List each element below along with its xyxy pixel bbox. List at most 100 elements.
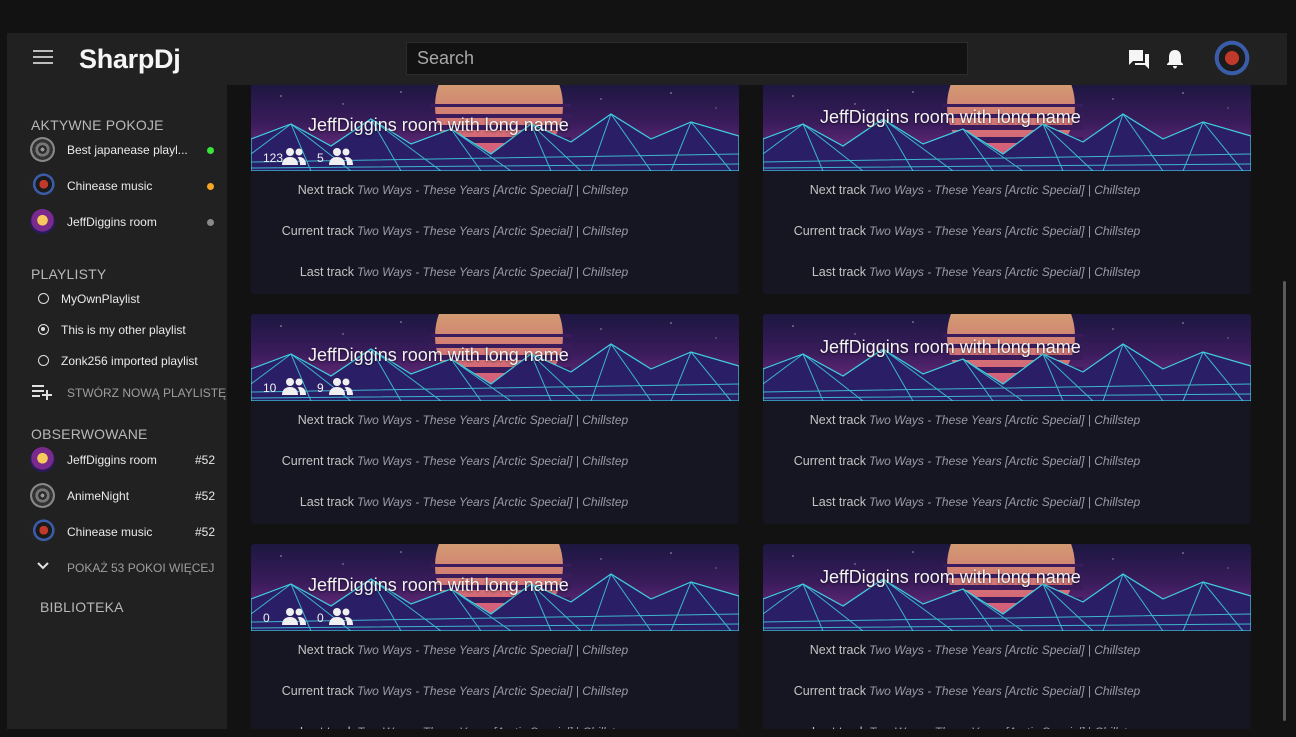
- track-label: Current track: [281, 684, 354, 698]
- sidebar-observed-room[interactable]: Chinease music #52: [7, 517, 227, 547]
- chat-bubbles-icon[interactable]: [1128, 49, 1150, 69]
- room-avatar: [30, 209, 55, 234]
- playlist-radio[interactable]: [38, 355, 49, 366]
- room-name: AnimeNight: [67, 489, 130, 503]
- track-row-current: Current track Two Ways - These Years [Arc…: [763, 454, 1251, 474]
- room-title: JeffDiggins room with long name: [820, 107, 1081, 127]
- playlist-name: MyOwnPlaylist: [61, 292, 140, 306]
- playlist-radio[interactable]: [38, 293, 49, 304]
- followers-count: 0: [317, 611, 324, 625]
- playlist-radio[interactable]: [38, 324, 49, 335]
- room-card[interactable]: JeffDiggins room with long name Next trac…: [763, 544, 1251, 729]
- track-title: Two Ways - These Years [Arctic Special] …: [869, 454, 1141, 468]
- create-playlist-label: STWÓRZ NOWĄ PLAYLISTĘ: [67, 386, 227, 400]
- track-title: Two Ways - These Years [Arctic Special] …: [869, 224, 1141, 238]
- listeners-count: 10: [263, 381, 277, 395]
- sidebar-active-room[interactable]: Best japanease playl...: [7, 135, 227, 165]
- room-avatar: [30, 519, 55, 544]
- track-row-next: Next track Two Ways - These Years [Arctic…: [251, 413, 739, 433]
- bell-icon[interactable]: [1166, 49, 1184, 69]
- rooms-grid: JeffDiggins room with long name 123 5 Next …: [227, 85, 1287, 729]
- track-title: Two Ways - These Years [Arctic Special] …: [869, 684, 1141, 698]
- track-row-last: Last trackTwo Ways - These Years [Arctic…: [763, 265, 1251, 285]
- show-more-label: POKAŻ 53 POKOI WIĘCEJ: [67, 561, 215, 575]
- track-title: Two Ways - These Years [Arctic Special] …: [869, 495, 1141, 509]
- room-name: Chinease music: [67, 179, 153, 193]
- track-label: Current track: [793, 224, 866, 238]
- user-avatar[interactable]: [1210, 40, 1250, 80]
- track-row-last: Last trackTwo Ways - These Years [Arctic…: [251, 495, 739, 515]
- scrollbar[interactable]: [1283, 281, 1286, 721]
- show-more-rooms-button[interactable]: POKAŻ 53 POKOI WIĘCEJ: [7, 553, 227, 581]
- track-label: Last track: [300, 725, 354, 729]
- playlists-header: PLAYLISTY: [31, 266, 107, 282]
- room-title: JeffDiggins room with long name: [820, 567, 1081, 587]
- track-title: Two Ways - These Years [Arctic Special] …: [357, 725, 628, 729]
- track-row-current: Current track Two Ways - These Years [Arc…: [763, 684, 1251, 704]
- track-title: Two Ways - These Years [Arctic Special] …: [357, 454, 629, 468]
- track-label: Current track: [281, 454, 354, 468]
- room-name: JeffDiggins room: [67, 453, 157, 467]
- track-title: Two Ways - These Years [Arctic Special] …: [869, 265, 1141, 279]
- playlist-item[interactable]: MyOwnPlaylist: [7, 285, 227, 313]
- room-card[interactable]: JeffDiggins room with long name Next trac…: [763, 314, 1251, 524]
- track-label: Next track: [297, 643, 354, 657]
- room-card[interactable]: JeffDiggins room with long name 10 9 Next t…: [251, 314, 739, 524]
- track-row-current: Current track Two Ways - These Years [Arc…: [251, 684, 739, 704]
- room-card[interactable]: JeffDiggins room with long name Next trac…: [763, 85, 1251, 294]
- playlist-name: Zonk256 imported playlist: [61, 354, 198, 368]
- sidebar-observed-room[interactable]: AnimeNight #52: [7, 481, 227, 511]
- track-title: Two Ways - These Years [Arctic Special] …: [357, 495, 629, 509]
- track-label: Last track: [812, 725, 866, 729]
- hamburger-menu-icon[interactable]: [33, 50, 53, 66]
- track-title: Two Ways - These Years [Arctic Special] …: [869, 643, 1141, 657]
- sidebar-active-room[interactable]: JeffDiggins room: [7, 207, 227, 237]
- track-row-next: Next track Two Ways - These Years [Arctic…: [763, 643, 1251, 663]
- followers-count: 9: [317, 381, 324, 395]
- playlist-item[interactable]: Zonk256 imported playlist: [7, 347, 227, 375]
- room-title: JeffDiggins room with long name: [820, 337, 1081, 357]
- room-name: Chinease music: [67, 525, 153, 539]
- observed-header: OBSERWOWANE: [31, 426, 148, 442]
- chevron-down-icon: [37, 562, 49, 570]
- track-row-current: Current track Two Ways - These Years [Arc…: [251, 224, 739, 244]
- room-card[interactable]: JeffDiggins room with long name 0 0 Next tr…: [251, 544, 739, 729]
- search-input[interactable]: [406, 42, 968, 75]
- track-label: Current track: [281, 224, 354, 238]
- track-title: Two Ways - These Years [Arctic Special] …: [357, 265, 629, 279]
- sidebar-observed-room[interactable]: JeffDiggins room #52: [7, 445, 227, 475]
- app-logo: SharpDj: [79, 44, 181, 74]
- sidebar-active-room[interactable]: Chinease music: [7, 171, 227, 201]
- track-label: Next track: [297, 413, 354, 427]
- track-title: Two Ways - These Years [Arctic Special] …: [357, 413, 629, 427]
- top-bar: SharpDj: [7, 33, 1287, 85]
- room-number: #52: [195, 453, 216, 467]
- track-label: Last track: [299, 495, 354, 509]
- listeners-count: 123: [263, 151, 284, 165]
- playlist-name: This is my other playlist: [61, 323, 186, 337]
- library-link[interactable]: BIBLIOTEKA: [40, 599, 124, 615]
- room-name: JeffDiggins room: [67, 215, 157, 229]
- playlist-item[interactable]: This is my other playlist: [7, 316, 227, 344]
- listeners-count: 0: [263, 611, 270, 625]
- track-title: Two Ways - These Years [Arctic Special] …: [869, 725, 1140, 729]
- window-top-strip: [7, 9, 1287, 33]
- create-playlist-button[interactable]: STWÓRZ NOWĄ PLAYLISTĘ: [7, 378, 227, 406]
- track-title: Two Ways - These Years [Arctic Special] …: [869, 413, 1141, 427]
- track-title: Two Ways - These Years [Arctic Special] …: [357, 224, 629, 238]
- track-row-last: Last trackTwo Ways - These Years [Arctic…: [251, 265, 739, 285]
- track-label: Last track: [811, 265, 866, 279]
- app-window: SharpDj AKTYWNE POKOJE Best japanease pl…: [7, 9, 1287, 729]
- track-row-next: Next track Two Ways - These Years [Arctic…: [763, 183, 1251, 203]
- room-avatar: [30, 137, 55, 162]
- track-title: Two Ways - These Years [Arctic Special] …: [357, 183, 629, 197]
- track-label: Last track: [811, 495, 866, 509]
- track-row-next: Next track Two Ways - These Years [Arctic…: [763, 413, 1251, 433]
- room-card[interactable]: JeffDiggins room with long name 123 5 Next …: [251, 85, 739, 294]
- room-avatar: [30, 483, 55, 508]
- room-number: #52: [195, 525, 216, 539]
- followers-count: 5: [317, 151, 324, 165]
- track-title: Two Ways - These Years [Arctic Special] …: [869, 183, 1141, 197]
- track-row-next: Next track Two Ways - These Years [Arctic…: [251, 643, 739, 663]
- playlist-add-icon: [32, 385, 52, 400]
